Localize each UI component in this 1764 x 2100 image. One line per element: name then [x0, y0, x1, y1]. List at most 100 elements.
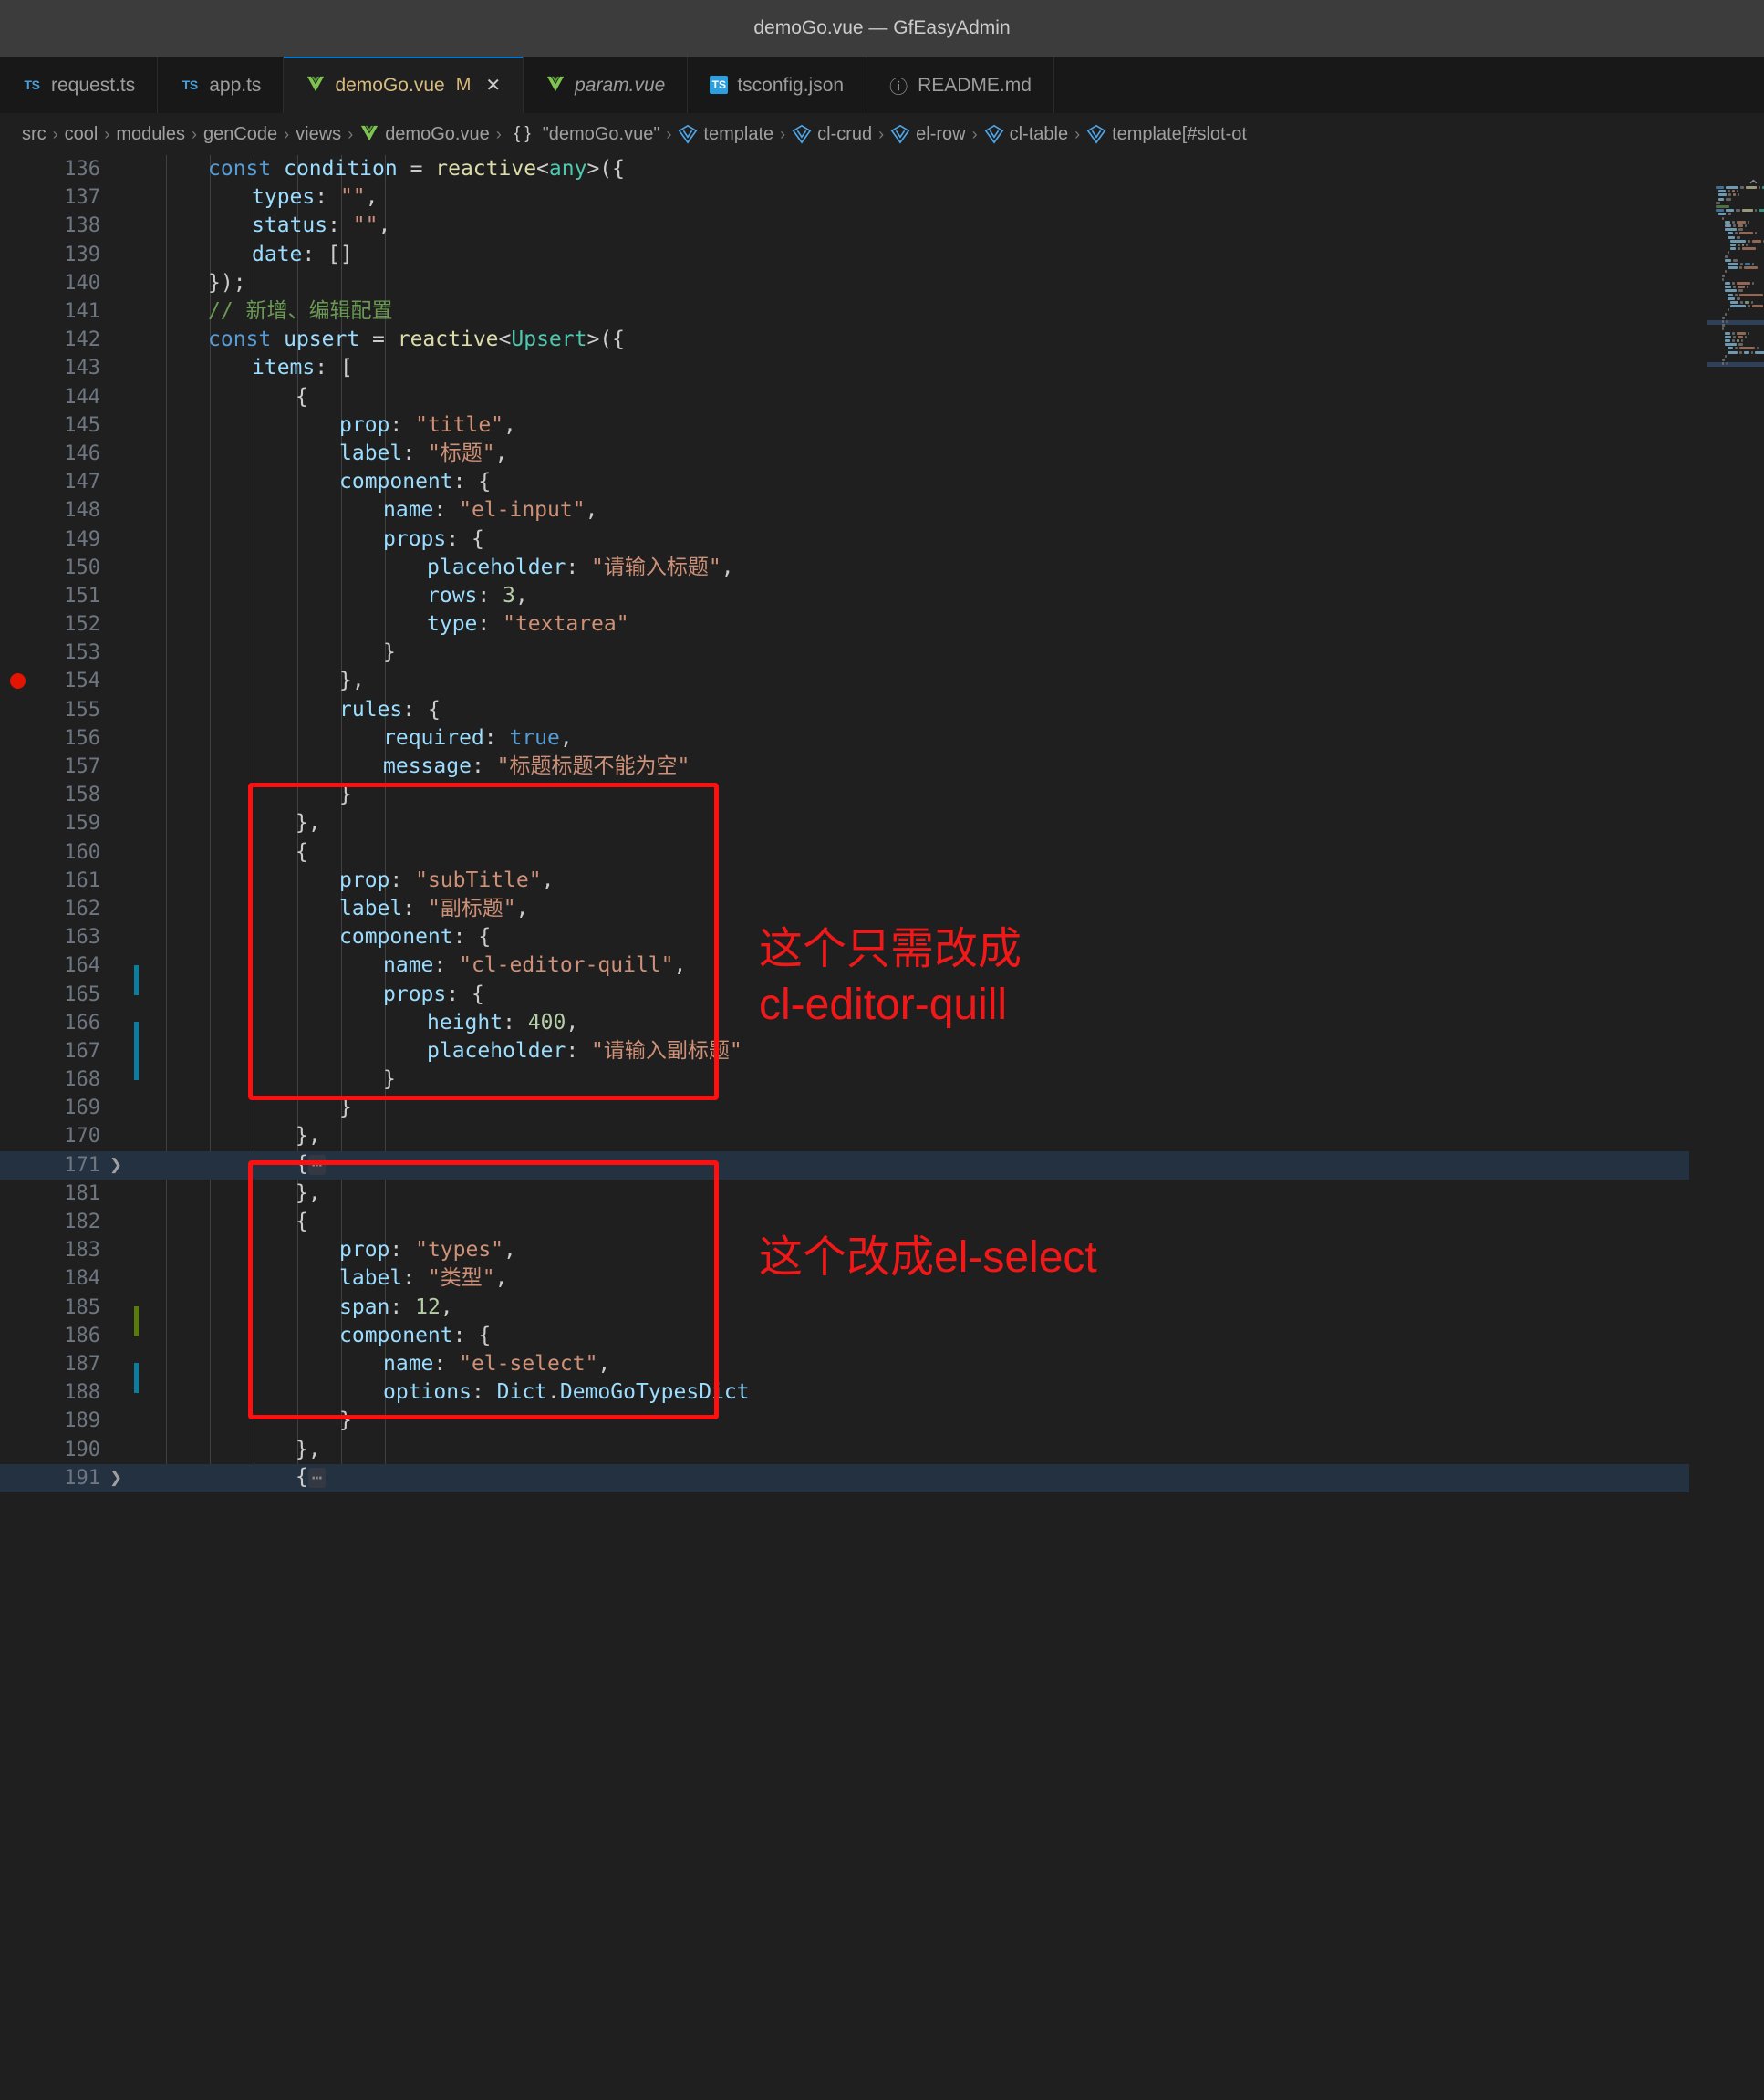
code-line[interactable]: 153} [0, 639, 1764, 667]
code-text[interactable]: rules: { [144, 696, 1764, 724]
code-line[interactable]: 160 { [0, 838, 1764, 867]
code-line[interactable]: 185 span: 12, [0, 1294, 1764, 1337]
breadcrumb-item-demogovue[interactable]: demoGo.vue [359, 124, 490, 145]
code-line[interactable]: 156 required: true, [0, 724, 1764, 753]
code-text[interactable]: {⋯ [144, 1463, 1764, 1492]
code-line[interactable]: 167 placeholder: "请输入副标题" [0, 1037, 1764, 1081]
code-text[interactable]: // 新增、编辑配置 [144, 297, 1764, 326]
code-line[interactable]: 190}, [0, 1435, 1764, 1463]
code-text[interactable]: }, [144, 809, 1764, 837]
breadcrumb-item-clcrud[interactable]: cl-crud [792, 124, 872, 145]
code-text[interactable]: { [144, 838, 1764, 867]
code-line[interactable]: 144 { [0, 383, 1764, 411]
breadcrumb-item-demogovue[interactable]: { } "demoGo.vue" [508, 124, 660, 145]
code-line[interactable]: 143 items: [ [0, 354, 1764, 382]
tab-tsconfig-json[interactable]: TS tsconfig.json [688, 57, 867, 113]
code-text[interactable]: prop: "title", [144, 411, 1764, 440]
code-line[interactable]: 171 ❯ {⋯ [0, 1150, 1764, 1180]
code-text[interactable]: }, [144, 1436, 1764, 1464]
code-line[interactable]: 186 component: { [0, 1322, 1764, 1350]
code-text[interactable]: rows: 3, [144, 582, 1764, 610]
code-line[interactable]: 187 name: "el-select", [0, 1350, 1764, 1394]
breadcrumb-item-cool[interactable]: cool [65, 124, 99, 145]
code-text[interactable]: } [144, 639, 1764, 667]
code-line[interactable]: 170}, [0, 1122, 1764, 1150]
code-line[interactable]: 155 rules: { [0, 696, 1764, 724]
code-line[interactable]: 140}); [0, 269, 1764, 297]
code-text[interactable]: items: [ [144, 354, 1764, 382]
breakpoint-dot[interactable] [9, 673, 26, 690]
code-line[interactable]: 148 name: "el-input", [0, 496, 1764, 525]
code-text[interactable]: }, [144, 667, 1764, 695]
breadcrumb-item-views[interactable]: views [296, 124, 341, 145]
breadcrumb-item-elrow[interactable]: el-row [890, 124, 966, 145]
code-line[interactable]: 158} [0, 781, 1764, 809]
code-text[interactable]: date: [] [144, 241, 1764, 269]
code-text[interactable]: } [144, 1066, 1764, 1094]
code-text[interactable]: name: "el-select", [144, 1350, 1764, 1378]
code-text[interactable]: placeholder: "请输入副标题" [144, 1037, 1764, 1066]
code-text[interactable]: props: { [144, 525, 1764, 554]
breadcrumb-item-gencode[interactable]: genCode [203, 124, 277, 145]
code-text[interactable]: placeholder: "请输入标题", [144, 554, 1764, 582]
code-line[interactable]: 157 message: "标题标题不能为空" [0, 753, 1764, 781]
code-line[interactable]: 141 // 新增、编辑配置 [0, 297, 1764, 326]
code-text[interactable]: name: "el-input", [144, 496, 1764, 525]
code-line[interactable]: 145 prop: "title", [0, 411, 1764, 440]
breadcrumb-item-template[interactable]: template [678, 124, 773, 145]
close-icon[interactable]: ✕ [485, 74, 501, 97]
code-line[interactable]: 149 props: { [0, 525, 1764, 553]
code-text[interactable]: message: "标题标题不能为空" [144, 753, 1764, 781]
code-line[interactable]: 139 date: [] [0, 241, 1764, 269]
code-text[interactable]: { [144, 383, 1764, 411]
tab-demoGo-vue[interactable]: demoGo.vue M ✕ [284, 57, 524, 113]
code-text[interactable]: component: { [144, 468, 1764, 496]
code-text[interactable]: }, [144, 1122, 1764, 1150]
code-line[interactable]: 152 type: "textarea" [0, 610, 1764, 639]
code-line[interactable]: 147 component: { [0, 468, 1764, 496]
code-text[interactable]: }); [144, 269, 1764, 297]
code-line[interactable]: 151 rows: 3, [0, 582, 1764, 610]
breadcrumb-item-modules[interactable]: modules [116, 124, 185, 145]
code-editor[interactable]: 136 const condition = reactive<any>({137 t… [0, 155, 1764, 2100]
code-line[interactable]: 137 types: "", [0, 183, 1764, 212]
code-line[interactable]: 162 label: "副标题", [0, 895, 1764, 923]
code-text[interactable]: label: "标题", [144, 440, 1764, 468]
code-line[interactable]: 136 const condition = reactive<any>({ [0, 155, 1764, 183]
tab-param-vue[interactable]: param.vue [524, 57, 689, 113]
code-line[interactable]: 154}, [0, 667, 1764, 695]
code-text[interactable]: label: "副标题", [144, 895, 1764, 923]
code-text[interactable]: span: 12, [144, 1294, 1764, 1322]
code-text[interactable]: const upsert = reactive<Upsert>({ [144, 326, 1764, 354]
tab-request-ts[interactable]: TS request.ts [0, 57, 159, 113]
code-line[interactable]: 150 placeholder: "请输入标题", [0, 554, 1764, 582]
breadcrumb-item-cltable[interactable]: cl-table [984, 124, 1068, 145]
code-text[interactable]: } [144, 1094, 1764, 1122]
code-line[interactable]: 138 status: "", [0, 212, 1764, 240]
fold-chevron-icon[interactable]: ❯ [100, 1469, 131, 1487]
code-text[interactable]: }, [144, 1180, 1764, 1208]
code-line[interactable]: 159}, [0, 809, 1764, 837]
code-line[interactable]: 142 const upsert = reactive<Upsert>({ [0, 326, 1764, 354]
code-line[interactable]: 188 options: Dict.DemoGoTypesDict [0, 1378, 1764, 1407]
fold-chevron-icon[interactable]: ❯ [100, 1156, 131, 1174]
code-text[interactable]: } [144, 781, 1764, 809]
code-line[interactable]: 161 prop: "subTitle", [0, 867, 1764, 895]
code-line[interactable]: 191 ❯ {⋯ [0, 1463, 1764, 1492]
code-text[interactable]: status: "", [144, 212, 1764, 240]
code-line[interactable]: 181}, [0, 1180, 1764, 1208]
code-text[interactable]: component: { [144, 1322, 1764, 1350]
code-text[interactable]: options: Dict.DemoGoTypesDict [144, 1378, 1764, 1407]
code-text[interactable]: {⋯ [144, 1150, 1764, 1180]
minimap[interactable]: ⌃ [1689, 155, 1764, 2100]
code-text[interactable]: prop: "subTitle", [144, 867, 1764, 895]
code-line[interactable]: 168} [0, 1066, 1764, 1094]
code-text[interactable]: type: "textarea" [144, 610, 1764, 639]
tab-app-ts[interactable]: TS app.ts [158, 57, 285, 113]
code-text[interactable]: required: true, [144, 724, 1764, 753]
code-lines[interactable]: 136 const condition = reactive<any>({137 t… [0, 155, 1764, 1492]
code-line[interactable]: 189} [0, 1407, 1764, 1435]
breadcrumb-item-templateslotot[interactable]: template[#slot-ot [1086, 124, 1247, 145]
breadcrumb-item-src[interactable]: src [22, 124, 47, 145]
code-text[interactable]: } [144, 1407, 1764, 1435]
